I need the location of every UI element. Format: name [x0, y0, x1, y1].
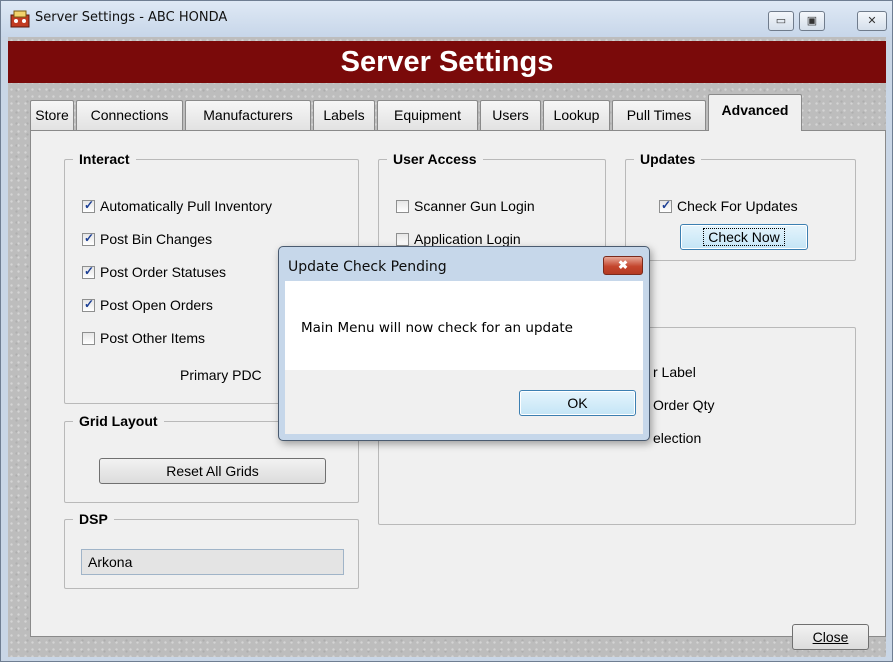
- checkbox-label: Application Login: [414, 231, 521, 247]
- update-check-dialog: Update Check Pending ✖ Main Menu will no…: [278, 246, 650, 441]
- checkbox-box: [396, 199, 409, 213]
- tab-manufacturers[interactable]: Manufacturers: [185, 100, 311, 130]
- dialog-title: Update Check Pending: [288, 259, 447, 275]
- option-label-3: election: [653, 430, 702, 446]
- maximize-button[interactable]: ▣: [799, 11, 825, 31]
- tab-advanced[interactable]: Advanced: [708, 94, 802, 131]
- checkbox-label: Scanner Gun Login: [414, 198, 535, 214]
- checkbox-box: [82, 198, 95, 213]
- dsp-legend: DSP: [79, 511, 108, 527]
- updates-group: Updates Check For Updates Check Now: [625, 151, 856, 261]
- checkbox-box: [82, 231, 95, 246]
- checkbox-box: [82, 331, 95, 345]
- tab-lookup[interactable]: Lookup: [543, 100, 610, 130]
- tab-users[interactable]: Users: [480, 100, 541, 130]
- dsp-field[interactable]: Arkona: [81, 549, 344, 575]
- updates-legend: Updates: [640, 151, 696, 167]
- interact-legend: Interact: [79, 151, 130, 167]
- check-now-button[interactable]: Check Now: [680, 224, 808, 250]
- close-button-label: Close: [812, 629, 849, 645]
- user-access-group: User Access Scanner Gun Login Applicatio…: [378, 151, 606, 261]
- dialog-footer: OK: [285, 370, 643, 434]
- checkbox-label: Automatically Pull Inventory: [100, 198, 272, 214]
- tab-labels[interactable]: Labels: [313, 100, 375, 130]
- close-icon: ✕: [867, 15, 877, 27]
- post-open-orders-checkbox[interactable]: Post Open Orders: [82, 295, 213, 315]
- checkbox-label: Post Open Orders: [100, 297, 213, 313]
- checkbox-label: Check For Updates: [677, 198, 798, 214]
- minimize-button[interactable]: ▭: [768, 11, 794, 31]
- option-label-1: r Label: [653, 364, 696, 380]
- window-title: Server Settings - ABC HONDA: [35, 10, 228, 25]
- ok-button[interactable]: OK: [519, 390, 636, 416]
- maximize-icon: ▣: [806, 15, 818, 27]
- user-access-legend: User Access: [393, 151, 477, 167]
- automatically-pull-inventory-checkbox[interactable]: Automatically Pull Inventory: [82, 196, 272, 216]
- checkbox-box: [82, 264, 95, 279]
- window-close-button[interactable]: ✕: [857, 11, 887, 31]
- reset-all-grids-button[interactable]: Reset All Grids: [99, 458, 326, 484]
- dialog-body: Main Menu will now check for an update: [285, 281, 643, 370]
- server-settings-window: Server Settings - ABC HONDA ▭ ▣ ✕ Server…: [0, 0, 893, 662]
- checkbox-box: [659, 198, 672, 213]
- checkbox-box: [82, 297, 95, 312]
- dsp-group: DSP Arkona: [64, 511, 359, 589]
- checkbox-label: Post Bin Changes: [100, 231, 213, 247]
- post-order-statuses-checkbox[interactable]: Post Order Statuses: [82, 262, 226, 282]
- checkbox-box: [396, 232, 409, 246]
- post-bin-changes-checkbox[interactable]: Post Bin Changes: [82, 229, 212, 249]
- close-icon: ✖: [617, 258, 629, 272]
- tab-store[interactable]: Store: [30, 100, 74, 130]
- primary-pdc-label: Primary PDC: [180, 367, 262, 383]
- minimize-icon: ▭: [775, 15, 787, 27]
- tab-connections[interactable]: Connections: [76, 100, 183, 130]
- page-title: Server Settings: [8, 41, 886, 83]
- checkbox-label: Post Order Statuses: [100, 264, 227, 280]
- check-for-updates-checkbox[interactable]: Check For Updates: [659, 196, 798, 216]
- ok-label: OK: [567, 395, 588, 411]
- tab-equipment[interactable]: Equipment: [377, 100, 478, 130]
- post-other-items-checkbox[interactable]: Post Other Items: [82, 328, 205, 348]
- checkbox-label: Post Other Items: [100, 330, 206, 346]
- application-icon: [10, 10, 30, 28]
- grid-layout-legend: Grid Layout: [79, 413, 158, 429]
- dialog-close-button[interactable]: ✖: [603, 256, 643, 275]
- dialog-message: Main Menu will now check for an update: [301, 320, 573, 336]
- close-button[interactable]: Close: [792, 624, 869, 650]
- option-label-2: Order Qty: [653, 397, 715, 413]
- check-now-label: Check Now: [703, 228, 785, 246]
- tab-pull-times[interactable]: Pull Times: [612, 100, 706, 130]
- title-bar[interactable]: Server Settings - ABC HONDA ▭ ▣ ✕: [1, 1, 892, 37]
- scanner-gun-login-checkbox[interactable]: Scanner Gun Login: [396, 196, 535, 216]
